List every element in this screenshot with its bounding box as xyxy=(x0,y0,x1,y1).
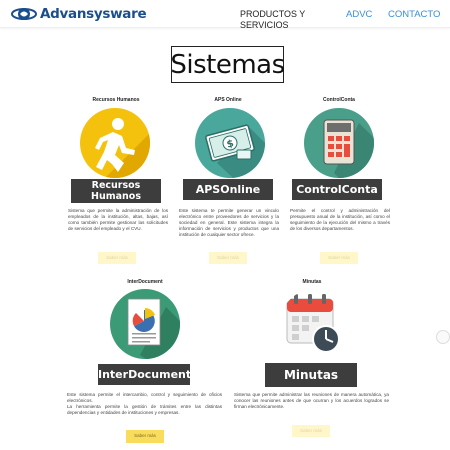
recursos-humanos-more-button[interactable]: Saber más xyxy=(98,252,136,264)
nav-advc[interactable]: ADVC xyxy=(346,9,372,20)
page-title: Sistemas xyxy=(170,49,285,80)
document-chart-icon xyxy=(127,298,180,359)
interdocument-more-button[interactable]: Saber más xyxy=(126,430,164,443)
brand-logo[interactable]: Advansysware xyxy=(10,5,147,23)
card-caption-minutas: Minutas xyxy=(302,279,322,285)
interdocument-label: InterDocument xyxy=(98,364,191,385)
calculator-icon xyxy=(323,119,374,178)
interdocument-description: Este sistema permite el intercambio, con… xyxy=(67,392,222,415)
money-bill-icon: $ xyxy=(205,124,265,178)
controlconta-circle xyxy=(304,108,374,178)
minutas-circle xyxy=(280,289,350,359)
minutas-more-button[interactable]: Saber más xyxy=(292,425,330,437)
interdocument-circle xyxy=(110,289,180,359)
calendar-clock-icon xyxy=(286,294,340,353)
aps-online-more-button[interactable]: Saber más xyxy=(209,252,247,264)
card-caption-aps-online: APS Online xyxy=(214,97,242,103)
controlconta-label: ControlConta xyxy=(292,179,382,200)
scroll-top-button[interactable] xyxy=(436,330,450,344)
controlconta-more-button[interactable]: Saber más xyxy=(320,252,358,264)
card-caption-recursos-humanos: Recursos Humanos xyxy=(92,97,140,103)
aps-online-circle: $ xyxy=(195,108,265,178)
logo-swirl-icon xyxy=(11,8,37,20)
card-caption-controlconta: ControlConta xyxy=(323,97,355,103)
running-person-icon xyxy=(95,118,150,178)
recursos-humanos-circle xyxy=(80,108,150,178)
page-title-box: Sistemas xyxy=(170,46,285,83)
aps-online-description: Este sistema te permite generar un vincu… xyxy=(179,208,279,237)
aps-online-label: APSOnline xyxy=(183,179,273,200)
nav-productos-servicios[interactable]: PRODUCTOS Y SERVICIOS xyxy=(240,9,319,31)
nav-contacto[interactable]: CONTACTO xyxy=(388,9,440,20)
site-header: Advansysware PRODUCTOS Y SERVICIOS ADVC … xyxy=(0,0,450,31)
card-caption-interdocument: InterDocument xyxy=(127,279,163,285)
recursos-humanos-description: Sistema que permite la administración de… xyxy=(68,208,168,231)
controlconta-description: Permite el control y administración del … xyxy=(290,208,390,231)
brand-name: Advansysware xyxy=(40,6,147,22)
recursos-humanos-label: Recursos Humanos xyxy=(71,179,161,203)
minutas-label: Minutas xyxy=(265,363,357,387)
minutas-description: Sistema que permite administrar las reun… xyxy=(234,392,389,409)
